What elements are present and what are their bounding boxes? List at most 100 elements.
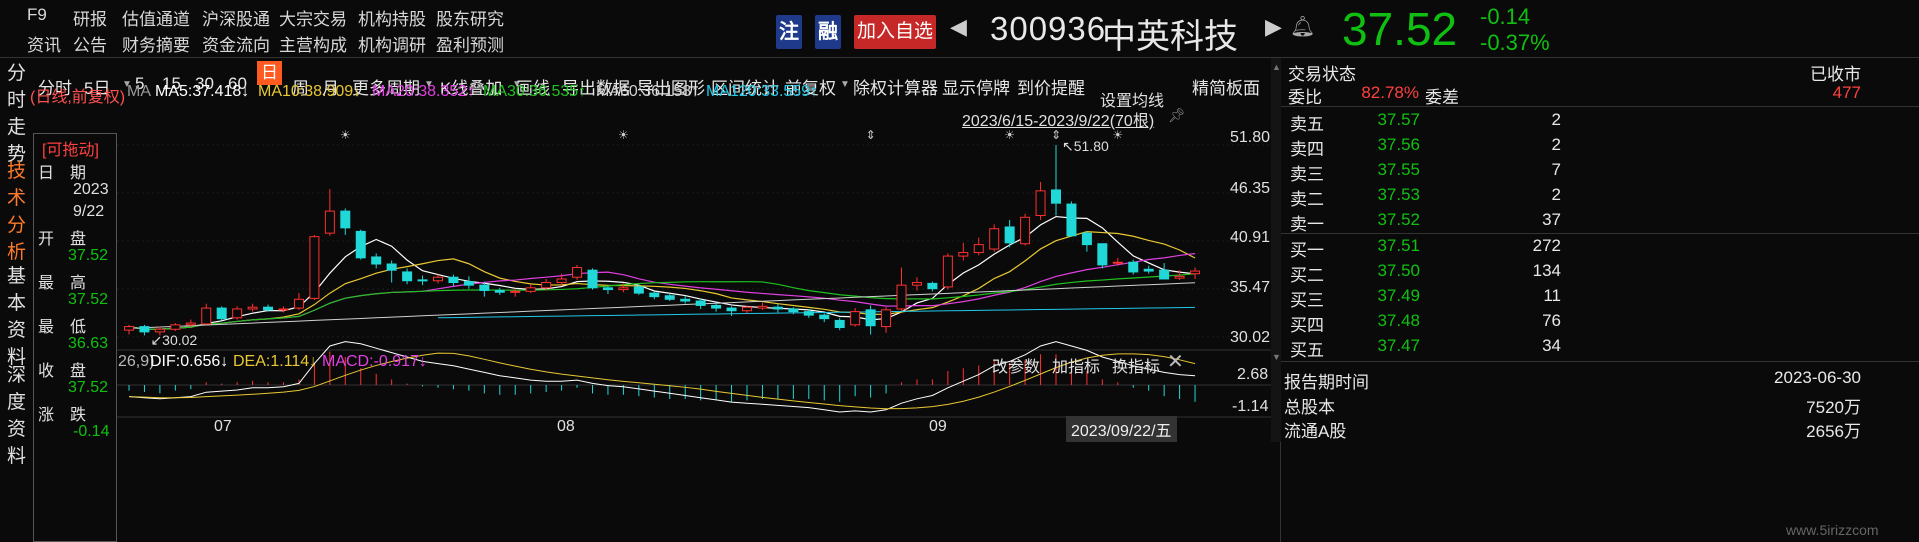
bid-price: 37.50 bbox=[1377, 261, 1420, 280]
left-tab-char: 时 bbox=[6, 90, 26, 111]
toolbar-item[interactable]: 除权计算器 bbox=[853, 74, 938, 99]
scroll-up-icon[interactable]: ▲ bbox=[1272, 62, 1281, 72]
nav-item[interactable]: 公告 bbox=[73, 31, 107, 56]
bell-icon[interactable]: 🔔︎ bbox=[1290, 14, 1315, 39]
toolbar-item[interactable]: 显示停牌 bbox=[942, 74, 1010, 99]
drag-label[interactable]: [可拖动] bbox=[42, 136, 99, 160]
ask-volume: 2 bbox=[1551, 110, 1561, 129]
close-indicator-icon[interactable]: ✕ bbox=[1167, 349, 1184, 374]
bid-price: 37.51 bbox=[1377, 236, 1420, 255]
next-stock-icon[interactable]: ▶ bbox=[1265, 14, 1282, 40]
prev-stock-icon[interactable]: ◀ bbox=[950, 14, 967, 40]
price-axis-label: 30.02 bbox=[1230, 329, 1271, 346]
left-tab-char: 走 bbox=[6, 117, 26, 138]
nav-item[interactable]: 大宗交易 bbox=[279, 5, 347, 30]
open-label: 开 盘 bbox=[38, 231, 87, 248]
ask-level-label: 卖五 bbox=[1290, 115, 1324, 134]
nav-item[interactable]: 股东研究 bbox=[436, 5, 504, 30]
ma120-value: MA120:33.559↑ bbox=[706, 83, 819, 100]
candle-up bbox=[309, 236, 320, 299]
bid-price: 37.47 bbox=[1377, 336, 1420, 355]
stock-code: 300936 bbox=[990, 10, 1107, 47]
left-tab-char: 基 bbox=[6, 266, 26, 287]
candle-down bbox=[711, 304, 722, 309]
ma-prefix: (日线,前复权) bbox=[30, 89, 126, 106]
float-shares-value: 2656万 bbox=[1806, 422, 1861, 441]
high-annotation: ↖51.80 bbox=[1062, 138, 1109, 154]
last-price: 37.52 bbox=[1342, 3, 1458, 55]
left-tab-char: 资 bbox=[6, 320, 26, 341]
open-value: 37.52 bbox=[68, 247, 109, 264]
candle-up bbox=[973, 244, 984, 254]
ma5-line bbox=[128, 215, 1196, 330]
report-label: 报告期时间 bbox=[1284, 373, 1369, 392]
candle-up bbox=[742, 306, 752, 312]
margin-zhu-badge[interactable]: 注 bbox=[776, 15, 802, 49]
low-annotation: ↙30.02 bbox=[150, 332, 197, 348]
ask-price: 37.53 bbox=[1377, 185, 1420, 204]
event-marker-icon[interactable]: ⇕ bbox=[1051, 128, 1061, 142]
scrollbar[interactable] bbox=[1271, 58, 1281, 442]
pin-icon[interactable]: 📌︎ bbox=[1168, 107, 1186, 124]
nav-item[interactable]: F9 bbox=[27, 5, 47, 25]
event-marker-icon[interactable]: ☀ bbox=[340, 128, 351, 142]
nav-item[interactable]: 估值通道 bbox=[122, 5, 190, 30]
nav-item[interactable]: 沪深股通 bbox=[202, 5, 270, 30]
panel-toggle[interactable]: 精简板面 bbox=[1192, 74, 1260, 99]
date-day: 9/22 bbox=[73, 203, 105, 220]
nav-item[interactable]: 资讯 bbox=[27, 31, 61, 56]
left-tab-char: 料 bbox=[6, 446, 26, 467]
macd-axis-bottom: -1.14 bbox=[1232, 398, 1269, 415]
left-tab[interactable]: 分时走势 bbox=[0, 60, 33, 165]
nav-item[interactable]: 机构持股 bbox=[358, 5, 426, 30]
left-tab-char: 资 bbox=[6, 419, 26, 440]
candle-down bbox=[417, 279, 428, 282]
event-marker-icon[interactable]: ☀ bbox=[1112, 128, 1123, 142]
candle-up bbox=[1112, 261, 1123, 264]
left-tab[interactable]: 深度资料 bbox=[0, 362, 33, 467]
nav-item[interactable]: 资金流向 bbox=[202, 31, 270, 56]
left-tab[interactable]: 技术分析 bbox=[0, 158, 33, 268]
dropdown-arrow-icon[interactable]: ▼ bbox=[840, 79, 850, 90]
low-label: 最 低 bbox=[38, 319, 87, 336]
nav-item[interactable]: 财务摘要 bbox=[122, 31, 190, 56]
nav-item[interactable]: 机构调研 bbox=[358, 31, 426, 56]
candle-up bbox=[541, 282, 552, 289]
event-marker-icon[interactable]: ☀ bbox=[618, 128, 629, 142]
add-indicator-button[interactable]: 加指标 bbox=[1052, 353, 1100, 377]
nav-item[interactable]: 主营构成 bbox=[279, 31, 347, 56]
candle-down bbox=[479, 284, 490, 291]
margin-rong-badge[interactable]: 融 bbox=[815, 15, 841, 49]
candle-down bbox=[602, 287, 613, 291]
candle-up bbox=[170, 324, 181, 330]
toolbar-item[interactable]: 日 bbox=[257, 61, 282, 85]
toolbar-item[interactable]: 到价提醒 bbox=[1017, 74, 1085, 99]
bid-volume: 34 bbox=[1542, 336, 1561, 355]
candle-down bbox=[788, 308, 799, 313]
kline-chart[interactable]: ☀ ☀ ⇕ ☀ ⇕ ☀↖51.80↙30.02 bbox=[117, 125, 1280, 542]
candle-up bbox=[232, 308, 243, 319]
ask-price: 37.57 bbox=[1377, 110, 1420, 129]
candle-down bbox=[695, 300, 706, 306]
price-axis-label: 35.47 bbox=[1230, 279, 1271, 296]
bid-volume: 134 bbox=[1532, 261, 1561, 280]
high-value: 37.52 bbox=[68, 291, 109, 308]
candle-up bbox=[896, 284, 907, 310]
status-value: 已收市 bbox=[1810, 65, 1861, 84]
modify-params-button[interactable]: 改参数 bbox=[992, 353, 1040, 377]
candle-down bbox=[664, 295, 675, 300]
scroll-down-icon[interactable]: ▼ bbox=[1272, 352, 1281, 362]
candle-down bbox=[463, 281, 474, 286]
nav-item[interactable]: 研报 bbox=[73, 5, 107, 30]
left-tab-char: 术 bbox=[6, 188, 26, 209]
candle-down bbox=[649, 292, 660, 298]
left-tab[interactable]: 基本资料 bbox=[0, 263, 33, 368]
switch-indicator-button[interactable]: 换指标 bbox=[1112, 353, 1160, 377]
macd-params: 26,9) bbox=[118, 353, 155, 370]
event-marker-icon[interactable]: ⇕ bbox=[866, 128, 876, 142]
event-marker-icon[interactable]: ☀ bbox=[1004, 128, 1015, 142]
add-watchlist-button[interactable]: 加入自选 bbox=[854, 15, 936, 49]
ma5-value: MA5:37.418↓ bbox=[155, 83, 250, 100]
nav-item[interactable]: 盈利预测 bbox=[436, 31, 504, 56]
date-year: 2023 bbox=[73, 181, 109, 198]
